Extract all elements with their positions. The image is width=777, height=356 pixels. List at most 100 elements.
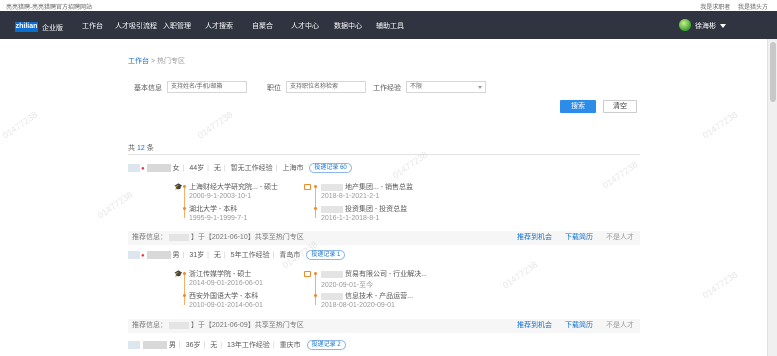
avatar[interactable]: [679, 19, 691, 31]
recommend-to-opportunity-link[interactable]: 推荐到机会: [517, 319, 552, 333]
education-school: 浙江传媒学院 - 硕士: [189, 271, 252, 278]
nav-item-tools[interactable]: 辅助工具: [376, 21, 404, 31]
basic-info-label: 基本信息: [134, 85, 162, 92]
position-label: 职位: [267, 85, 281, 92]
candidate-experience: 暂无工作经验: [230, 165, 273, 172]
candidate-name-redacted[interactable]: [146, 251, 171, 260]
candidate-name-redacted[interactable]: [146, 164, 171, 173]
download-resume-link[interactable]: 下载简历: [565, 319, 593, 333]
timeline-line: [315, 188, 316, 218]
recommend-label: 推荐信息：: [132, 322, 167, 329]
work-date: 2018-8-1-2021-2-1: [321, 193, 380, 200]
nav-item-talent-flow[interactable]: 人才吸引流程: [115, 21, 157, 31]
not-talent-link[interactable]: 不是人才: [606, 319, 634, 333]
breadcrumb-parent[interactable]: 工作台: [128, 58, 149, 65]
experience-select-value: 不限: [410, 84, 423, 90]
application-record-tag[interactable]: 投递记录 60: [309, 163, 352, 174]
experience-select[interactable]: 不限: [406, 81, 486, 93]
breadcrumb-separator: >: [150, 58, 156, 65]
divider: [128, 154, 640, 155]
candidate-experience: 5年工作经验: [230, 252, 270, 259]
recommend-text: 】于【2021-06-09】共享至热门专区: [190, 322, 304, 329]
education-date: 2014-09-01-2016-06-01: [189, 280, 263, 287]
brand-logo[interactable]: zhilian: [15, 22, 38, 32]
nav-item-aggregate[interactable]: 自聚合: [252, 21, 273, 31]
result-count-suffix: 条: [146, 145, 154, 152]
timeline-line: [184, 275, 185, 305]
avatar: [128, 251, 140, 260]
timeline-dot: [314, 294, 317, 297]
timeline-line: [184, 188, 185, 218]
nav-item-onboarding[interactable]: 入职管理: [163, 21, 191, 31]
candidate-header: ● 男 | 31岁 | 无 | 5年工作经验 | 青岛市 投递记录 1: [128, 250, 346, 262]
candidate-age: 36岁: [185, 342, 201, 349]
work-company-text: 地产集团... - 销售总监: [344, 184, 414, 191]
chevron-down-icon[interactable]: [720, 24, 726, 28]
work-company: 地产集团... - 销售总监: [321, 182, 413, 192]
timeline-dot: [183, 294, 186, 297]
work-company: 投资集团 - 投资总监: [321, 204, 407, 214]
experience-label: 工作经验: [373, 85, 401, 92]
top-links: 我是求职者 我是猎头方: [694, 2, 768, 11]
timeline-line: [315, 275, 316, 305]
welcome-text: 亮亮猎聘-亮亮猎聘官方招聘网站: [6, 5, 92, 11]
user-name[interactable]: 徐海彬: [695, 21, 716, 31]
breadcrumb-current: 热门专区: [157, 58, 185, 65]
education-date: 2010-09-01-2014-06-01: [189, 302, 263, 309]
breadcrumb: 工作台 > 热门专区: [128, 56, 185, 66]
download-resume-link[interactable]: 下载简历: [565, 231, 593, 245]
search-button[interactable]: 搜索: [560, 100, 596, 113]
nav-item-talent-search[interactable]: 人才搜索: [205, 21, 233, 31]
position-input[interactable]: 支持职位名称检索: [286, 81, 366, 93]
recommend-bar: 推荐信息： 】于【2021-06-09】共享至热门专区 推荐到机会 下载简历 不…: [128, 319, 640, 333]
recommend-label: 推荐信息：: [132, 234, 167, 241]
briefcase-icon: [304, 184, 311, 190]
candidate-age: 44岁: [189, 165, 205, 172]
candidate-header: ● 女 | 44岁 | 无 | 暂无工作经验 | 上海市 投递记录 60: [128, 163, 352, 175]
recommend-text: 】于【2021-06-10】共享至热门专区: [190, 234, 304, 241]
work-company: 信息技术 - 产品运营...: [321, 291, 413, 301]
new-badge-icon: ●: [141, 166, 145, 172]
recommend-to-opportunity-link[interactable]: 推荐到机会: [517, 231, 552, 245]
avatar: [128, 164, 140, 173]
candidate-experience: 13年工作经验: [227, 342, 270, 349]
application-record-tag[interactable]: 投递记录 2: [306, 340, 346, 351]
work-date: 2016-1-1-2018-8-1: [321, 215, 380, 222]
work-company-text: 贸易有限公司 - 行业解决...: [344, 271, 428, 278]
work-company-text: 信息技术 - 产品运营...: [344, 293, 414, 300]
candidate-city: 重庆市: [279, 342, 301, 349]
scrollbar-thumb[interactable]: [770, 42, 776, 102]
work-date: 2018-08-01-2020-09-01: [321, 302, 395, 309]
clear-button[interactable]: 清空: [603, 100, 637, 113]
candidate-gender: 男: [172, 252, 180, 259]
recommender-redacted: [168, 321, 189, 329]
work-date: 2020-09-01-至今: [321, 282, 374, 289]
result-count-number: 12: [136, 145, 145, 152]
new-badge-icon: ●: [141, 253, 145, 259]
education-cap-icon: 🎓: [174, 184, 183, 191]
work-company: 贸易有限公司 - 行业解决...: [321, 269, 427, 279]
timeline-dot: [183, 207, 186, 210]
not-talent-link[interactable]: 不是人才: [606, 231, 634, 245]
brand-subtitle: 企业版: [42, 25, 63, 32]
chevron-down-icon: [478, 86, 482, 89]
candidate-header: 男 | 36岁 | 无 | 13年工作经验 | 重庆市 投递记录 2: [128, 340, 346, 352]
education-school: 上海财经大学研究院... - 硕士: [189, 184, 279, 191]
candidate-gender: 女: [172, 165, 180, 172]
education-date: 2000-9-1-2003-10-1: [189, 193, 252, 200]
work-company-text: 投资集团 - 投资总监: [344, 206, 408, 213]
timeline-dot: [314, 207, 317, 210]
avatar: [128, 341, 140, 350]
briefcase-icon: [304, 271, 311, 277]
page-scrollbar[interactable]: [767, 39, 777, 356]
education-date: 1995-9-1-1999-7-1: [189, 215, 248, 222]
application-record-tag[interactable]: 投递记录 1: [306, 250, 346, 261]
basic-info-input[interactable]: 支持姓名/手机/邮箱: [167, 81, 247, 93]
candidate-name-redacted[interactable]: [142, 341, 167, 350]
nav-item-talent-center[interactable]: 人才中心: [291, 21, 319, 31]
candidate-age: 31岁: [189, 252, 205, 259]
nav-item-workbench[interactable]: 工作台: [82, 21, 103, 31]
nav-item-data-center[interactable]: 数据中心: [334, 21, 362, 31]
candidate-gender: 男: [168, 342, 176, 349]
candidate-marital: 无: [210, 342, 218, 349]
